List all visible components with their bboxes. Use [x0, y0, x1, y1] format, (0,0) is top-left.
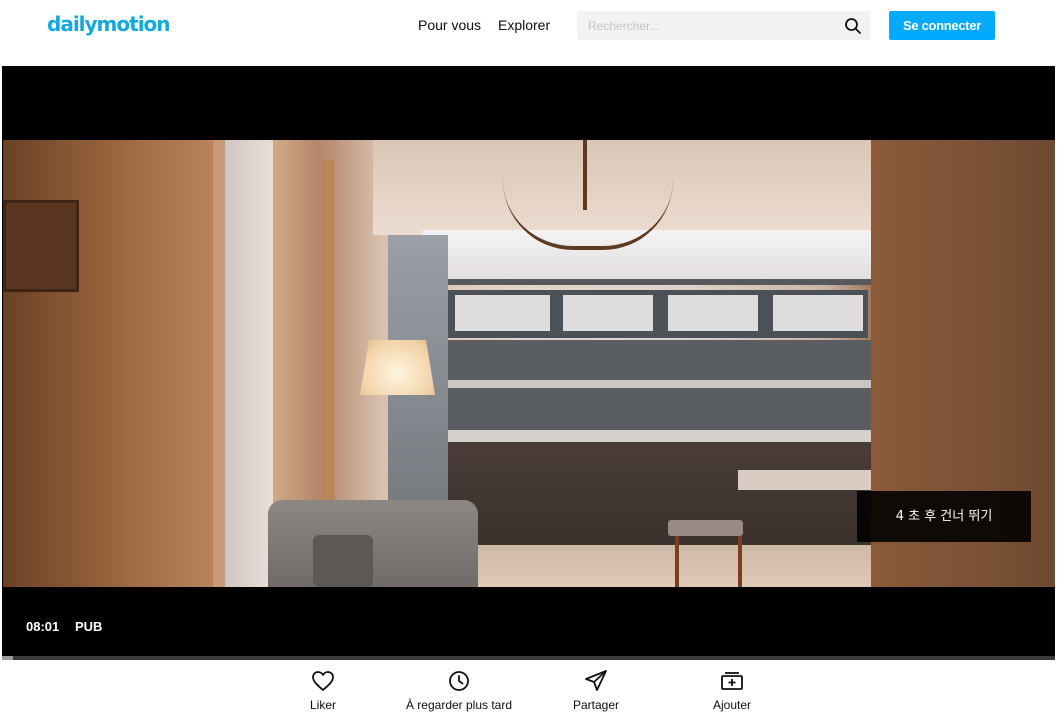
- scene-chair-leg: [675, 536, 679, 587]
- nav-explorer[interactable]: Explorer: [498, 17, 550, 33]
- share-button[interactable]: Partager: [526, 668, 666, 716]
- video-actions: Liker À regarder plus tard Partager Ajou…: [0, 660, 1061, 720]
- add-to-playlist-button[interactable]: Ajouter: [662, 668, 802, 716]
- nav-pour-vous[interactable]: Pour vous: [418, 17, 481, 33]
- add-label: Ajouter: [712, 698, 752, 712]
- search-icon[interactable]: [844, 17, 862, 35]
- dailymotion-logo[interactable]: dailymotion: [47, 12, 171, 36]
- scene-picture-frame: [3, 200, 79, 292]
- like-label: Liker: [309, 698, 336, 712]
- like-button[interactable]: Liker: [253, 668, 393, 716]
- watch-later-button[interactable]: À regarder plus tard: [389, 668, 529, 716]
- scene-lamp: [360, 340, 435, 395]
- scene-window-pane: [455, 295, 550, 331]
- search-bar: [577, 11, 870, 40]
- watch-later-label: À regarder plus tard: [405, 698, 513, 712]
- scene-counter: [421, 430, 873, 442]
- scene-kitchen-wall: [443, 340, 871, 440]
- scene-wood-post: [321, 160, 335, 500]
- scene-skylight: [423, 230, 873, 285]
- ad-badge: PUB: [75, 619, 103, 634]
- scene-window-pane: [563, 295, 653, 331]
- scene-pillar: [225, 140, 273, 587]
- scene-chair: [668, 520, 743, 536]
- video-player[interactable]: 4 초 후 건너 뛰기 08:01 PUB: [2, 66, 1055, 660]
- scene-cabinet: [423, 442, 873, 552]
- scene-cushion: [313, 535, 373, 587]
- scene-window-pane: [773, 295, 863, 331]
- search-input[interactable]: [577, 11, 837, 40]
- ad-time-remaining: 08:01: [26, 619, 60, 634]
- clock-icon: [449, 671, 469, 691]
- heart-icon: [312, 671, 334, 691]
- skip-ad-button[interactable]: 4 초 후 건너 뛰기: [857, 491, 1031, 542]
- login-button[interactable]: Se connecter: [889, 11, 995, 40]
- scene-window-pane: [668, 295, 758, 331]
- share-label: Partager: [572, 698, 620, 712]
- scene-shelf: [441, 380, 871, 388]
- scene-table: [738, 470, 873, 490]
- site-header: dailymotion Pour vous Explorer Se connec…: [0, 0, 1061, 60]
- send-icon: [585, 670, 607, 691]
- scene-chair-leg: [738, 536, 742, 587]
- scene-sofa: [268, 500, 478, 587]
- add-to-playlist-icon: [721, 672, 743, 690]
